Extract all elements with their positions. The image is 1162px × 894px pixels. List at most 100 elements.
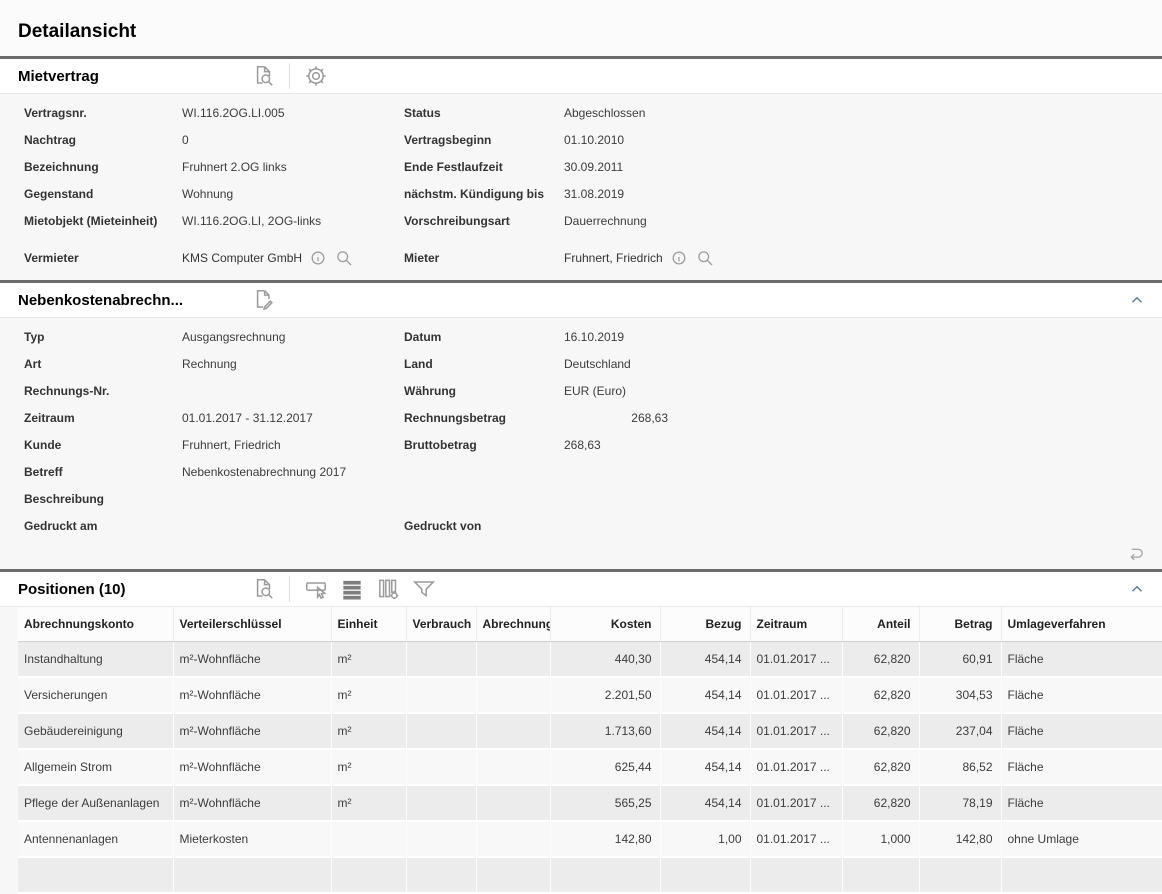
table-cell bbox=[750, 857, 842, 893]
table-cell: 01.01.2017 ... bbox=[750, 785, 842, 821]
column-header[interactable]: Einheit bbox=[331, 607, 406, 642]
edit-document-icon[interactable] bbox=[250, 287, 276, 313]
search-icon[interactable] bbox=[334, 248, 354, 268]
table-cell: m² bbox=[331, 713, 406, 749]
column-header[interactable]: Anteil bbox=[842, 607, 919, 642]
collapse-chevron-up-icon[interactable] bbox=[1128, 291, 1146, 309]
table-cell: Fläche bbox=[1001, 785, 1162, 821]
mietvertrag-fields-right: StatusAbgeschlossen Vertragsbeginn01.10.2… bbox=[380, 99, 1162, 234]
column-header[interactable]: Verbrauch bbox=[406, 607, 476, 642]
table-cell: m²-Wohnfläche bbox=[173, 785, 331, 821]
field-row: Rechnungs-Nr. bbox=[0, 377, 380, 404]
table-cell: 01.01.2017 ... bbox=[750, 749, 842, 785]
column-header[interactable]: Abrechnungs... bbox=[476, 607, 550, 642]
table-row[interactable]: Gebäudereinigungm²-Wohnflächem²1.713,604… bbox=[18, 713, 1162, 749]
field-value: 01.01.2017 - 31.12.2017 bbox=[182, 411, 380, 425]
preview-document-icon[interactable] bbox=[250, 63, 276, 89]
field-value: Abgeschlossen bbox=[564, 106, 1162, 120]
table-cell bbox=[406, 713, 476, 749]
table-cell bbox=[173, 857, 331, 893]
nebenkosten-toolbar bbox=[250, 287, 276, 313]
field-row: Mietobjekt (Mieteinheit)WI.116.2OG.LI, 2… bbox=[0, 207, 380, 234]
table-cell: Allgemein Strom bbox=[18, 749, 173, 785]
table-cell: m² bbox=[331, 785, 406, 821]
field-label: Kunde bbox=[24, 438, 182, 452]
table-cell bbox=[406, 821, 476, 857]
field-row: Datum16.10.2019 bbox=[380, 323, 1162, 350]
column-header[interactable]: Bezug bbox=[660, 607, 750, 642]
table-cell: 86,52 bbox=[919, 749, 1001, 785]
settings-gear-icon[interactable] bbox=[303, 63, 329, 89]
field-row: Ende Festlaufzeit30.09.2011 bbox=[380, 153, 1162, 180]
table-cell: 01.01.2017 ... bbox=[750, 713, 842, 749]
table-row[interactable]: AntennenanlagenMieterkosten142,801,0001.… bbox=[18, 821, 1162, 857]
field-row bbox=[380, 485, 1162, 512]
table-cell: 625,44 bbox=[550, 749, 660, 785]
table-cell: 01.01.2017 ... bbox=[750, 821, 842, 857]
section-title-positionen: Positionen (10) bbox=[18, 581, 250, 598]
column-header[interactable]: Kosten bbox=[550, 607, 660, 642]
column-settings-icon[interactable] bbox=[375, 576, 401, 602]
table-cell: 1,000 bbox=[842, 821, 919, 857]
column-header[interactable]: Betrag bbox=[919, 607, 1001, 642]
table-cell: m² bbox=[331, 642, 406, 678]
toolbar-divider bbox=[289, 63, 290, 89]
field-row: Vertragsbeginn01.10.2010 bbox=[380, 126, 1162, 153]
info-icon[interactable] bbox=[308, 248, 328, 268]
mietvertrag-toolbar bbox=[250, 63, 329, 89]
section-title-nebenkosten: Nebenkostenabrechn... bbox=[18, 292, 250, 309]
column-header[interactable]: Umlageverfahren bbox=[1001, 607, 1162, 642]
field-value: Nebenkostenabrechnung 2017 bbox=[182, 465, 380, 479]
column-header[interactable]: Verteilerschlüssel bbox=[173, 607, 331, 642]
field-label: Gegenstand bbox=[24, 187, 182, 201]
vermieter-field: Vermieter KMS Computer GmbH bbox=[0, 248, 380, 268]
field-value: 30.09.2011 bbox=[564, 160, 1162, 174]
section-positionen: Positionen (10) AbrechnungskontoVerteile… bbox=[0, 569, 1162, 894]
field-row: BetreffNebenkostenabrechnung 2017 bbox=[0, 458, 380, 485]
table-row-partial[interactable] bbox=[18, 857, 1162, 893]
table-cell: 01.01.2017 ... bbox=[750, 677, 842, 713]
undo-arrow-icon[interactable] bbox=[1124, 541, 1146, 563]
column-header[interactable]: Abrechnungskonto bbox=[18, 607, 173, 642]
info-icon[interactable] bbox=[669, 248, 689, 268]
table-cell: 1,00 bbox=[660, 821, 750, 857]
table-row[interactable]: Instandhaltungm²-Wohnflächem²440,30454,1… bbox=[18, 642, 1162, 678]
list-view-icon[interactable] bbox=[339, 576, 365, 602]
select-row-icon[interactable] bbox=[303, 576, 329, 602]
preview-document-icon[interactable] bbox=[250, 576, 276, 602]
table-cell: 62,820 bbox=[842, 749, 919, 785]
section-mietvertrag: Mietvertrag Vertragsnr.WI.116.2OG.LI.005… bbox=[0, 56, 1162, 280]
table-cell bbox=[18, 857, 173, 893]
toolbar-divider bbox=[289, 576, 290, 602]
table-cell: 62,820 bbox=[842, 785, 919, 821]
field-row: Rechnungsbetrag268,63 bbox=[380, 404, 1162, 431]
filter-icon[interactable] bbox=[411, 576, 437, 602]
table-cell: 62,820 bbox=[842, 642, 919, 678]
section-title-mietvertrag: Mietvertrag bbox=[18, 68, 250, 85]
table-cell bbox=[476, 785, 550, 821]
table-cell bbox=[406, 749, 476, 785]
table-cell bbox=[476, 642, 550, 678]
table-cell bbox=[476, 677, 550, 713]
field-row: nächstm. Kündigung bis31.08.2019 bbox=[380, 180, 1162, 207]
field-row: Beschreibung bbox=[0, 485, 380, 512]
table-cell: Gebäudereinigung bbox=[18, 713, 173, 749]
field-row: Zeitraum01.01.2017 - 31.12.2017 bbox=[0, 404, 380, 431]
table-row[interactable]: Allgemein Stromm²-Wohnflächem²625,44454,… bbox=[18, 749, 1162, 785]
nebenkosten-fields-left: TypAusgangsrechnungArtRechnungRechnungs-… bbox=[0, 323, 380, 539]
field-label: Status bbox=[404, 106, 564, 120]
table-row[interactable]: Versicherungenm²-Wohnflächem²2.201,50454… bbox=[18, 677, 1162, 713]
table-cell: Instandhaltung bbox=[18, 642, 173, 678]
field-label: nächstm. Kündigung bis bbox=[404, 187, 564, 201]
table-cell bbox=[476, 857, 550, 893]
table-cell: 454,14 bbox=[660, 642, 750, 678]
field-row: BezeichnungFruhnert 2.OG links bbox=[0, 153, 380, 180]
table-row[interactable]: Pflege der Außenanlagenm²-Wohnflächem²56… bbox=[18, 785, 1162, 821]
table-cell: Mieterkosten bbox=[173, 821, 331, 857]
field-row: LandDeutschland bbox=[380, 350, 1162, 377]
column-header[interactable]: Zeitraum bbox=[750, 607, 842, 642]
section-nebenkosten: Nebenkostenabrechn... TypAusgangsrechnun… bbox=[0, 280, 1162, 569]
search-icon[interactable] bbox=[695, 248, 715, 268]
collapse-chevron-up-icon[interactable] bbox=[1128, 580, 1146, 598]
field-row: Bruttobetrag268,63 bbox=[380, 431, 1162, 458]
